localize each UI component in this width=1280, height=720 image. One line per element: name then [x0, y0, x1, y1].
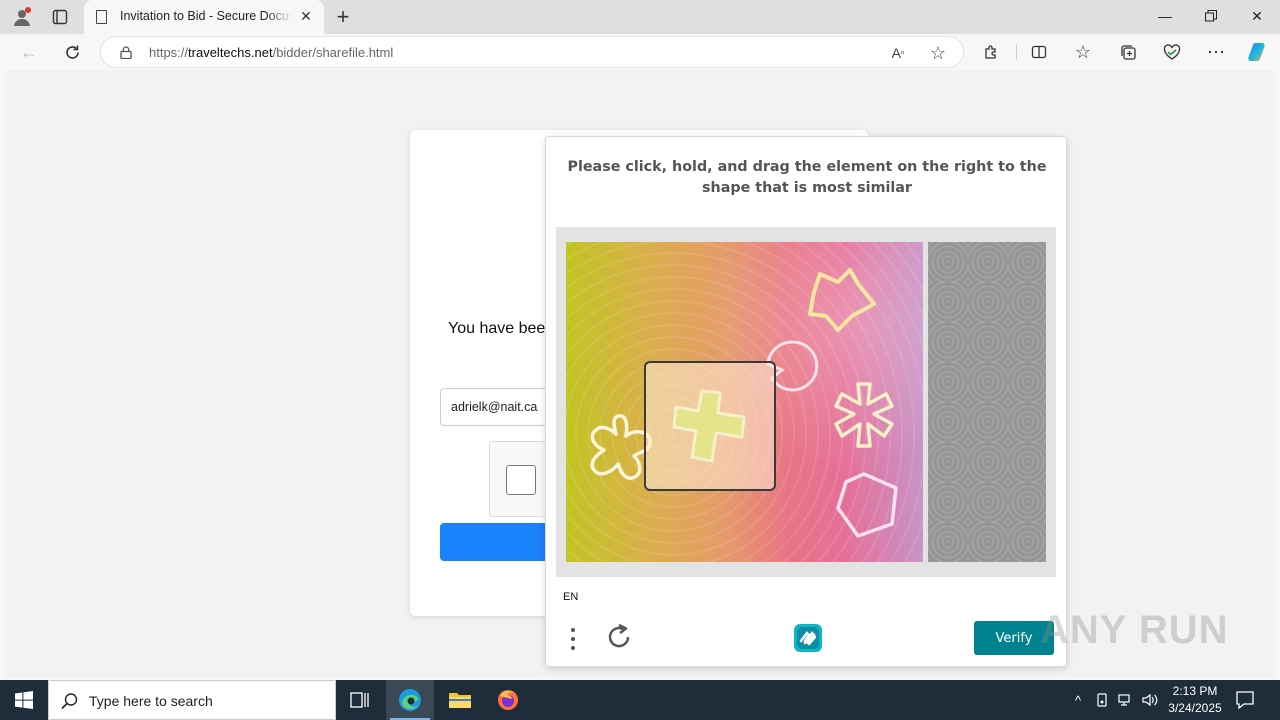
- url-text: https://traveltechs.net/bidder/sharefile…: [149, 45, 394, 60]
- clock-date: 3/24/2025: [1168, 701, 1222, 715]
- edge-taskbar-icon[interactable]: [386, 680, 434, 720]
- tray-overflow-icon[interactable]: ^: [1068, 690, 1088, 710]
- browser-title-bar: Invitation to Bid - Secure Document ✕ + …: [0, 0, 1280, 34]
- notification-icon[interactable]: [1232, 688, 1258, 712]
- captcha-checkbox[interactable]: [506, 465, 536, 495]
- refresh-icon[interactable]: [57, 38, 87, 66]
- challenge-task-area: [556, 227, 1056, 577]
- browser-essentials-icon[interactable]: [1157, 38, 1187, 66]
- taskbar-clock[interactable]: 2:13 PM 3/24/2025: [1160, 683, 1230, 717]
- clock-time: 2:13 PM: [1172, 684, 1218, 698]
- lock-icon[interactable]: [120, 46, 132, 59]
- copilot-icon[interactable]: [1243, 38, 1273, 66]
- challenge-side-panel: [928, 242, 1046, 562]
- favorite-star-icon[interactable]: ☆: [927, 43, 949, 63]
- menu-dots-icon[interactable]: [564, 625, 582, 653]
- minimize-icon[interactable]: —: [1142, 0, 1188, 32]
- close-tab-icon[interactable]: ✕: [296, 6, 316, 26]
- captcha-challenge: Please click, hold, and drag the element…: [545, 136, 1067, 667]
- task-view-icon[interactable]: [336, 680, 384, 720]
- new-tab-icon[interactable]: +: [330, 4, 356, 30]
- page-icon: [96, 10, 107, 24]
- browser-toolbar: ← https://traveltechs.net/bidder/sharefi…: [0, 34, 1280, 70]
- pentagon-shape: [836, 472, 898, 538]
- active-tab[interactable]: Invitation to Bid - Secure Document ✕: [84, 0, 324, 34]
- favorites-icon[interactable]: ☆: [1068, 38, 1098, 66]
- taskbar: Type here to search ^ 2:13 PM 3/24/2025: [0, 680, 1280, 720]
- draggable-piece[interactable]: [644, 361, 776, 491]
- collections-icon[interactable]: [1113, 38, 1143, 66]
- back-icon[interactable]: ←: [14, 38, 44, 66]
- language-selector[interactable]: EN: [563, 591, 578, 603]
- restore-icon[interactable]: [1188, 0, 1234, 32]
- cross-shape: [672, 389, 746, 463]
- taskbar-search[interactable]: Type here to search: [48, 680, 336, 720]
- challenge-image[interactable]: [566, 242, 923, 562]
- tab-title: Invitation to Bid - Secure Document: [120, 9, 292, 23]
- network-icon[interactable]: [1116, 690, 1136, 710]
- read-aloud-icon[interactable]: Aⁿ: [887, 43, 909, 63]
- profile-icon[interactable]: [8, 4, 36, 30]
- address-bar[interactable]: https://traveltechs.net/bidder/sharefile…: [100, 36, 964, 68]
- watermark: ANY RUN: [1040, 608, 1229, 652]
- extensions-icon[interactable]: [976, 38, 1006, 66]
- asterisk-shape: [834, 382, 894, 448]
- invitation-text: You have been: [448, 320, 555, 337]
- windows-start-icon[interactable]: [0, 680, 48, 720]
- tab-actions-icon[interactable]: [46, 4, 74, 30]
- challenge-prompt: Please click, hold, and drag the element…: [567, 159, 1047, 196]
- split-screen-icon[interactable]: [1024, 38, 1054, 66]
- more-icon[interactable]: ⋯: [1201, 38, 1231, 66]
- file-explorer-icon[interactable]: [436, 680, 484, 720]
- firefox-icon[interactable]: [484, 680, 532, 720]
- search-placeholder: Type here to search: [89, 693, 213, 709]
- refresh-challenge-icon[interactable]: [604, 622, 634, 652]
- close-window-icon[interactable]: ✕: [1234, 0, 1280, 32]
- volume-icon[interactable]: [1140, 690, 1160, 710]
- device-icon[interactable]: [1092, 690, 1112, 710]
- search-icon: [61, 693, 78, 710]
- blob-shape: [808, 268, 876, 332]
- hcaptcha-logo-icon: [794, 624, 822, 652]
